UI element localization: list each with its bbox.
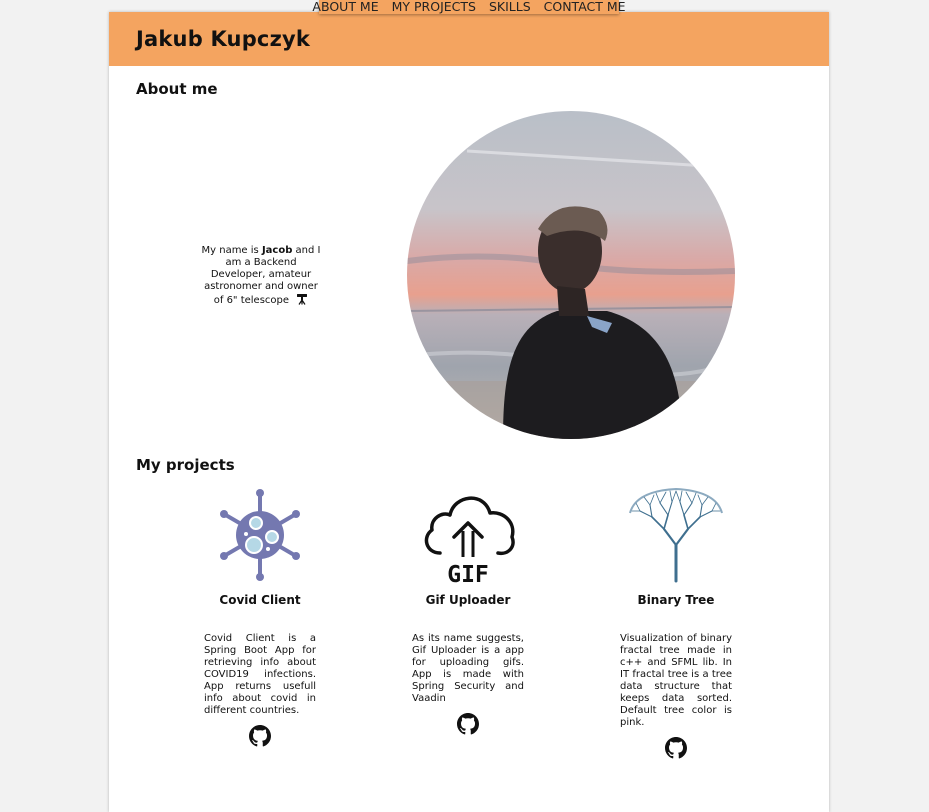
project-title: Gif Uploader bbox=[425, 593, 511, 607]
nav-my-projects[interactable]: MY PROJECTS bbox=[392, 0, 476, 14]
projects-section-title: My projects bbox=[136, 456, 235, 474]
project-card-binary-tree: Binary Tree Visualization of binary frac… bbox=[601, 485, 751, 759]
about-text-intro: My name is bbox=[201, 245, 262, 256]
profile-photo bbox=[407, 111, 735, 439]
site-header: Jakub Kupczyk bbox=[109, 12, 829, 66]
cloud-upload-icon: GIF bbox=[424, 496, 515, 585]
nav-about-me[interactable]: ABOUT ME bbox=[312, 0, 378, 14]
project-card-covid-client: Covid Client Covid Client is a Spring Bo… bbox=[185, 485, 335, 747]
telescope-icon bbox=[296, 293, 308, 309]
top-navigation: ABOUT ME MY PROJECTS SKILLS CONTACT ME bbox=[312, 0, 626, 14]
github-icon[interactable] bbox=[457, 713, 479, 735]
github-icon[interactable] bbox=[665, 737, 687, 759]
project-card-gif-uploader: GIF Gif Uploader As its name suggests, G… bbox=[393, 485, 543, 735]
about-section-title: About me bbox=[136, 80, 218, 98]
nav-contact-me[interactable]: CONTACT ME bbox=[544, 0, 626, 14]
project-title: Binary Tree bbox=[637, 593, 715, 607]
about-description: My name is Jacob and I am a Backend Deve… bbox=[201, 245, 321, 309]
page-container: Jakub Kupczyk About me My name is Jacob … bbox=[109, 12, 829, 812]
svg-text:GIF: GIF bbox=[447, 562, 489, 585]
fractal-tree-icon bbox=[629, 487, 723, 583]
nav-skills[interactable]: SKILLS bbox=[489, 0, 531, 14]
github-icon[interactable] bbox=[249, 725, 271, 747]
about-name: Jacob bbox=[261, 245, 293, 256]
project-description: Visualization of binary fractal tree mad… bbox=[620, 633, 732, 728]
project-title: Covid Client bbox=[219, 593, 301, 607]
project-description: As its name suggests, Gif Uploader is a … bbox=[412, 633, 524, 704]
project-description: Covid Client is a Spring Boot App for re… bbox=[204, 633, 316, 716]
virus-icon bbox=[220, 489, 300, 581]
site-title: Jakub Kupczyk bbox=[136, 27, 311, 51]
